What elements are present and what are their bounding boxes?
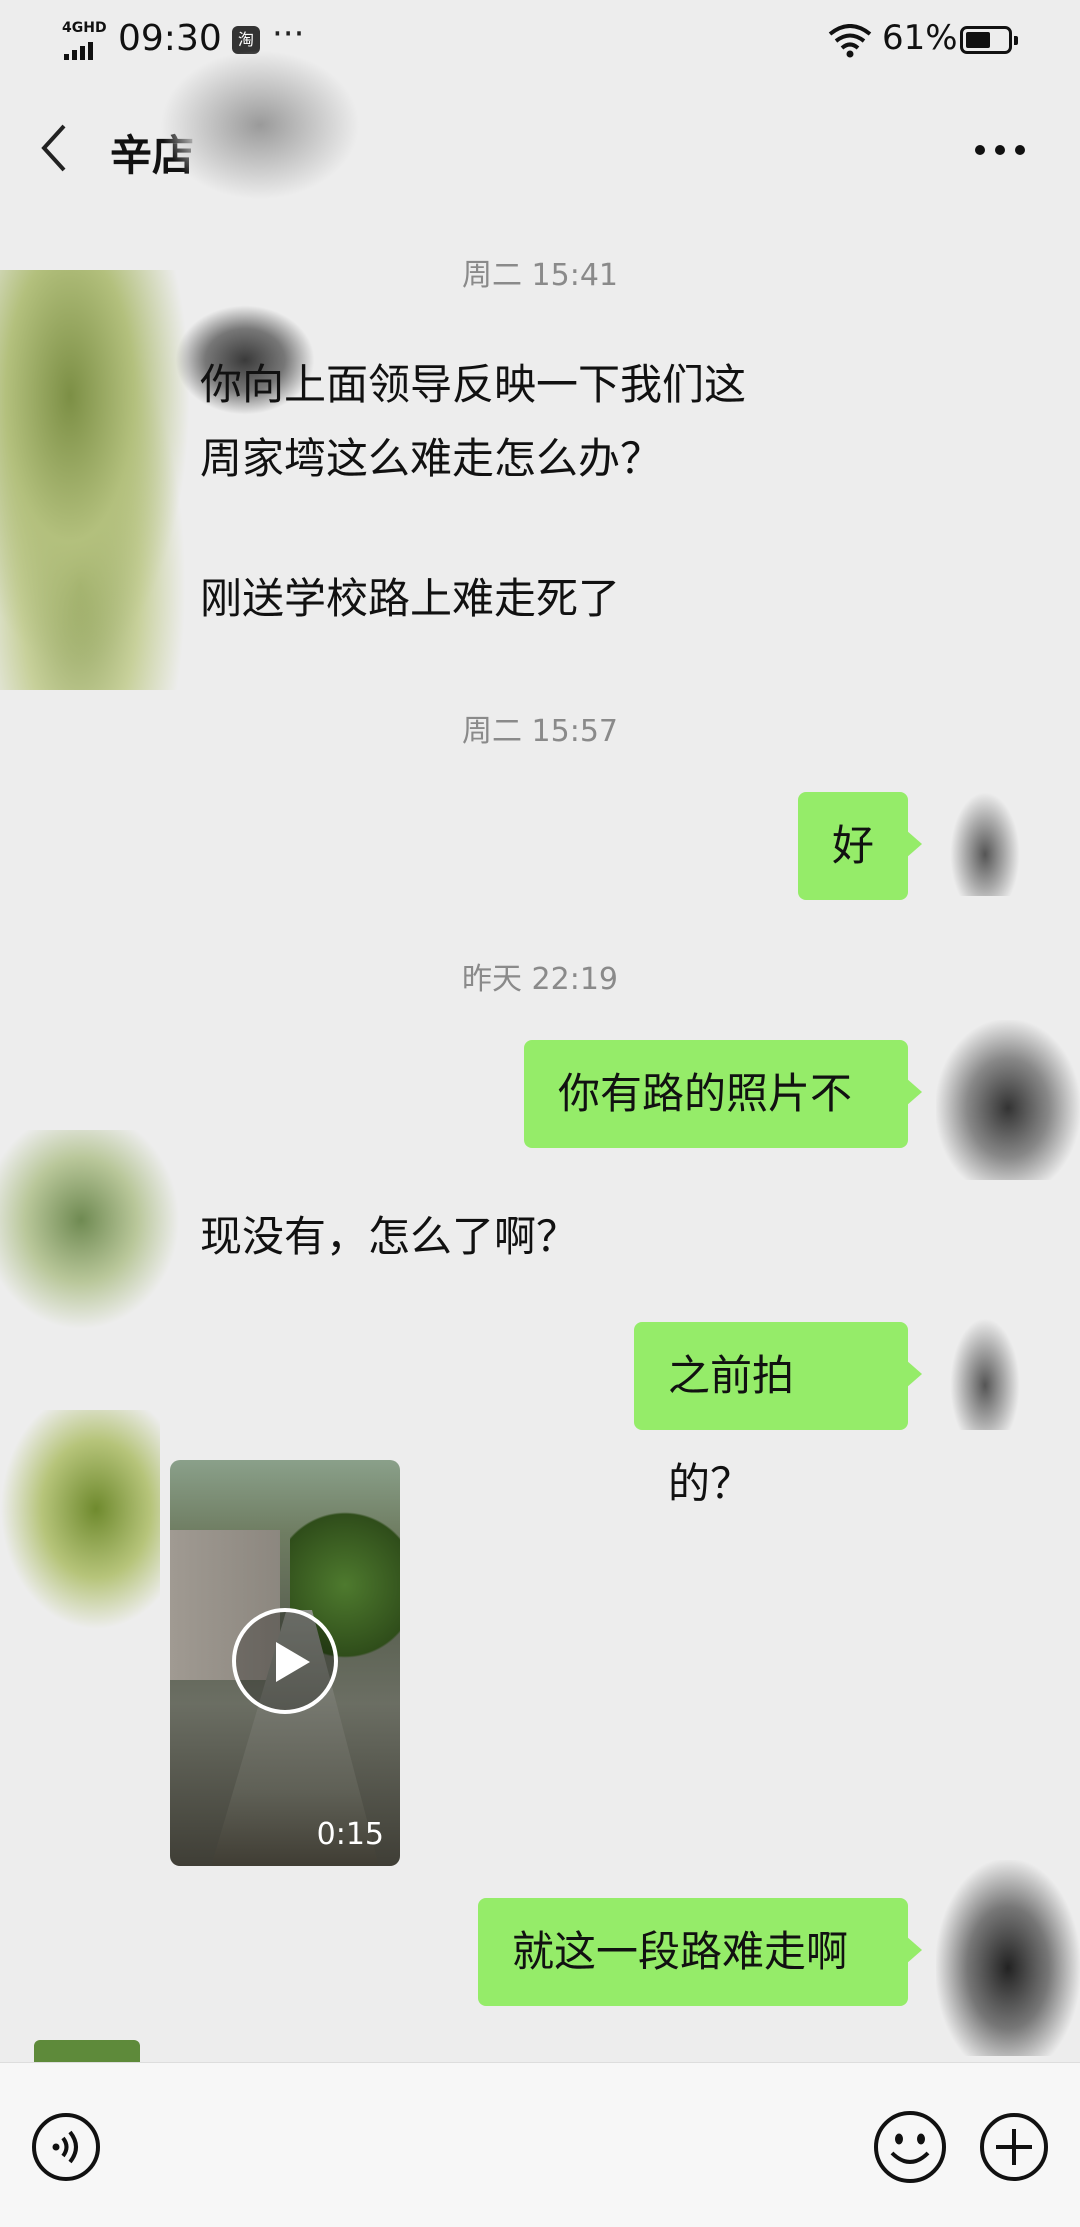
timestamp: 昨天 22:19: [462, 962, 618, 997]
sent-message-bubble[interactable]: 好: [798, 792, 922, 900]
clock: 09:30: [118, 18, 222, 59]
network-signal-icon: 4GHD: [62, 20, 108, 60]
voice-icon[interactable]: [30, 2111, 102, 2183]
received-video-message[interactable]: 0:15: [170, 1460, 400, 1866]
received-message: 你向上面领导反映一下我们这 周家塆这么难走怎么办？: [200, 348, 746, 496]
status-bar: 4GHD 09:30 淘 ··· 61%: [0, 0, 1080, 88]
video-duration: 0:15: [316, 1817, 384, 1852]
sent-message-bubble[interactable]: 就这一段路难走啊: [478, 1898, 922, 2006]
play-icon[interactable]: [232, 1608, 338, 1714]
my-avatar[interactable]: [936, 1020, 1080, 1180]
my-avatar[interactable]: [936, 1860, 1080, 2056]
back-chevron-icon[interactable]: [30, 118, 80, 178]
input-bar: [0, 2062, 1080, 2227]
sent-message-bubble[interactable]: 之前拍的？: [634, 1322, 922, 1508]
received-message: 现没有，怎么了啊？: [200, 1200, 578, 1274]
timestamp: 周二 15:57: [462, 714, 618, 749]
wifi-icon: [828, 24, 872, 58]
message-line: 你向上面领导反映一下我们这: [200, 360, 747, 409]
battery-icon: [960, 26, 1018, 54]
contact-avatar[interactable]: [0, 270, 200, 690]
contact-avatar[interactable]: [34, 2040, 140, 2062]
message-line: 刚送学校路上难走死了: [200, 574, 621, 623]
more-dots-icon[interactable]: [970, 120, 1030, 180]
redaction-scribble: [160, 50, 360, 200]
sent-message-bubble[interactable]: 你有路的照片不: [524, 1040, 922, 1148]
chat-header: 辛店: [0, 50, 1080, 210]
message-line: 周家塆这么难走怎么办？: [200, 434, 663, 483]
plus-icon[interactable]: [978, 2111, 1050, 2183]
message-line: 现没有，怎么了啊？: [200, 1212, 579, 1261]
network-type-label: 4GHD: [62, 20, 107, 36]
my-avatar[interactable]: [950, 792, 1020, 896]
more-notifications-icon: ···: [272, 14, 305, 54]
emoji-icon[interactable]: [872, 2109, 948, 2185]
battery-percent: 61%: [882, 18, 958, 58]
contact-avatar[interactable]: [0, 1410, 160, 1630]
contact-avatar[interactable]: [0, 1130, 180, 1330]
received-message: 刚送学校路上难走死了: [200, 562, 620, 636]
my-avatar[interactable]: [950, 1318, 1020, 1430]
